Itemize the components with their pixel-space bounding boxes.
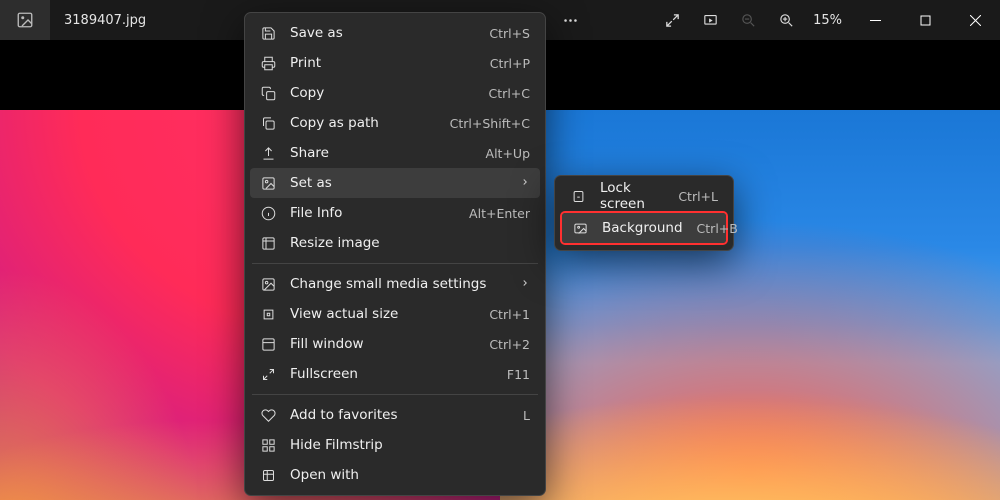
chevron-right-icon	[520, 176, 530, 191]
menu-label: View actual size	[290, 306, 475, 322]
menu-shortcut: F11	[507, 367, 530, 382]
menu-separator	[252, 263, 538, 264]
menu-label: Print	[290, 55, 476, 71]
grid-icon	[260, 437, 276, 453]
menu-label: Set as	[290, 175, 506, 191]
open-with-icon	[260, 467, 276, 483]
menu-shortcut: L	[523, 408, 530, 423]
menu-shortcut: Ctrl+B	[697, 221, 738, 236]
image-right-crop	[500, 110, 1000, 500]
menu-open-with[interactable]: Open with	[250, 460, 540, 490]
menu-label: Background	[602, 220, 683, 236]
menu-resize[interactable]: Resize image	[250, 228, 540, 258]
slideshow-button[interactable]	[693, 3, 727, 37]
titlebar-controls: 15%	[515, 0, 1000, 40]
menu-filmstrip[interactable]: Hide Filmstrip	[250, 430, 540, 460]
set-as-icon	[260, 175, 276, 191]
app-icon	[0, 0, 50, 40]
info-icon	[260, 205, 276, 221]
set-as-submenu: Lock screen Ctrl+L Background Ctrl+B	[554, 175, 734, 251]
menu-copy[interactable]: Copy Ctrl+C	[250, 78, 540, 108]
menu-label: Save as	[290, 25, 475, 41]
menu-shortcut: Ctrl+S	[489, 26, 530, 41]
menu-label: Copy as path	[290, 115, 436, 131]
menu-set-as[interactable]: Set as	[250, 168, 540, 198]
menu-label: Share	[290, 145, 472, 161]
menu-shortcut: Ctrl+C	[489, 86, 530, 101]
expand-button[interactable]	[655, 3, 689, 37]
submenu-lock-screen[interactable]: Lock screen Ctrl+L	[560, 181, 728, 211]
menu-label: Change small media settings	[290, 276, 506, 292]
maximize-button[interactable]	[902, 0, 948, 40]
menu-separator	[252, 394, 538, 395]
context-menu: Save as Ctrl+S Print Ctrl+P Copy Ctrl+C …	[244, 12, 546, 496]
menu-shortcut: Ctrl+1	[489, 307, 530, 322]
menu-actual-size[interactable]: View actual size Ctrl+1	[250, 299, 540, 329]
print-icon	[260, 55, 276, 71]
image-icon	[260, 276, 276, 292]
menu-shortcut: Ctrl+P	[490, 56, 530, 71]
menu-copy-path[interactable]: Copy as path Ctrl+Shift+C	[250, 108, 540, 138]
menu-shortcut: Ctrl+Shift+C	[450, 116, 530, 131]
zoom-in-button[interactable]	[769, 3, 803, 37]
menu-shortcut: Alt+Enter	[469, 206, 530, 221]
background-icon	[572, 220, 588, 236]
menu-small-media[interactable]: Change small media settings	[250, 269, 540, 299]
resize-icon	[260, 235, 276, 251]
menu-label: Copy	[290, 85, 475, 101]
menu-shortcut: Ctrl+L	[678, 189, 718, 204]
menu-favorites[interactable]: Add to favorites L	[250, 400, 540, 430]
menu-label: File Info	[290, 205, 455, 221]
more-button[interactable]	[553, 3, 587, 37]
menu-label: Fill window	[290, 336, 475, 352]
menu-label: Add to favorites	[290, 407, 509, 423]
menu-print[interactable]: Print Ctrl+P	[250, 48, 540, 78]
share-icon	[260, 145, 276, 161]
menu-label: Hide Filmstrip	[290, 437, 530, 453]
chevron-right-icon	[520, 277, 530, 292]
zoom-out-button[interactable]	[731, 3, 765, 37]
menu-label: Open with	[290, 467, 530, 483]
copy-path-icon	[260, 115, 276, 131]
fill-window-icon	[260, 336, 276, 352]
menu-fullscreen[interactable]: Fullscreen F11	[250, 359, 540, 389]
minimize-button[interactable]	[852, 0, 898, 40]
menu-label: Resize image	[290, 235, 530, 251]
menu-shortcut: Ctrl+2	[489, 337, 530, 352]
zoom-level[interactable]: 15%	[807, 13, 848, 28]
menu-file-info[interactable]: File Info Alt+Enter	[250, 198, 540, 228]
menu-label: Lock screen	[600, 180, 664, 212]
copy-icon	[260, 85, 276, 101]
filename-label: 3189407.jpg	[64, 13, 146, 28]
close-button[interactable]	[952, 0, 998, 40]
menu-share[interactable]: Share Alt+Up	[250, 138, 540, 168]
lock-screen-icon	[570, 188, 586, 204]
menu-save-as[interactable]: Save as Ctrl+S	[250, 18, 540, 48]
actual-size-icon	[260, 306, 276, 322]
heart-icon	[260, 407, 276, 423]
fullscreen-icon	[260, 366, 276, 382]
menu-label: Fullscreen	[290, 366, 493, 382]
highlight-annotation: Background Ctrl+B	[560, 211, 728, 245]
menu-fill-window[interactable]: Fill window Ctrl+2	[250, 329, 540, 359]
menu-shortcut: Alt+Up	[486, 146, 530, 161]
submenu-background[interactable]: Background Ctrl+B	[562, 213, 726, 243]
save-icon	[260, 25, 276, 41]
